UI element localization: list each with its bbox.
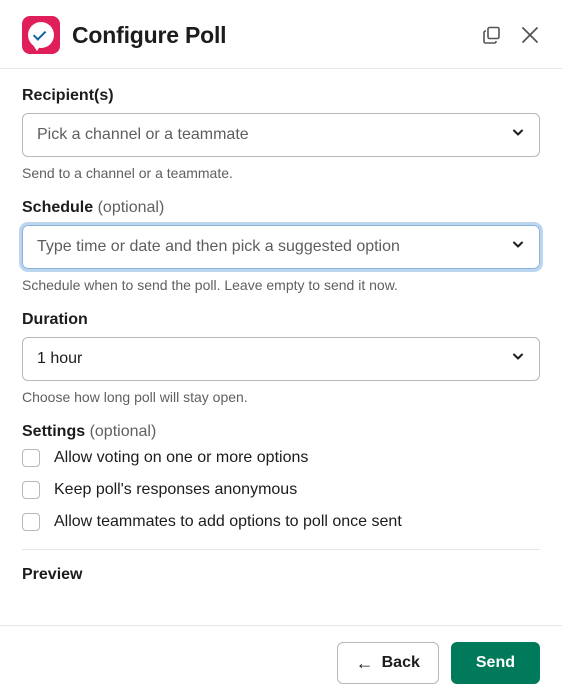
checkbox-label: Keep poll's responses anonymous [54,481,297,499]
schedule-select[interactable]: Type time or date and then pick a sugges… [22,225,540,269]
schedule-label: Schedule (optional) [22,199,540,217]
dialog-title: Configure Poll [72,22,470,49]
checkbox-label: Allow teammates to add options to poll o… [54,513,402,531]
recipients-select[interactable]: Pick a channel or a teammate [22,113,540,157]
duration-label: Duration [22,311,540,329]
recipients-label: Recipient(s) [22,87,540,105]
schedule-helper: Schedule when to send the poll. Leave em… [22,277,540,293]
close-icon[interactable] [520,25,540,45]
back-button[interactable]: ← Back [337,642,439,684]
arrow-left-icon: ← [356,654,374,672]
chevron-down-icon [511,350,525,369]
new-window-icon[interactable] [482,25,502,45]
settings-option-multivote[interactable]: Allow voting on one or more options [22,449,540,467]
recipients-helper: Send to a channel or a teammate. [22,165,540,181]
duration-helper: Choose how long poll will stay open. [22,389,540,405]
recipients-placeholder: Pick a channel or a teammate [37,126,249,144]
preview-label: Preview [22,566,540,584]
chevron-down-icon [511,126,525,145]
settings-option-add-options[interactable]: Allow teammates to add options to poll o… [22,513,540,531]
settings-option-anonymous[interactable]: Keep poll's responses anonymous [22,481,540,499]
send-button[interactable]: Send [451,642,540,684]
poll-app-icon [22,16,60,54]
checkbox-icon [22,513,40,531]
duration-value: 1 hour [37,350,82,368]
schedule-placeholder: Type time or date and then pick a sugges… [37,238,400,256]
checkbox-icon [22,449,40,467]
chevron-down-icon [511,238,525,257]
settings-label: Settings (optional) [22,423,540,441]
checkbox-icon [22,481,40,499]
duration-select[interactable]: 1 hour [22,337,540,381]
checkbox-label: Allow voting on one or more options [54,449,308,467]
